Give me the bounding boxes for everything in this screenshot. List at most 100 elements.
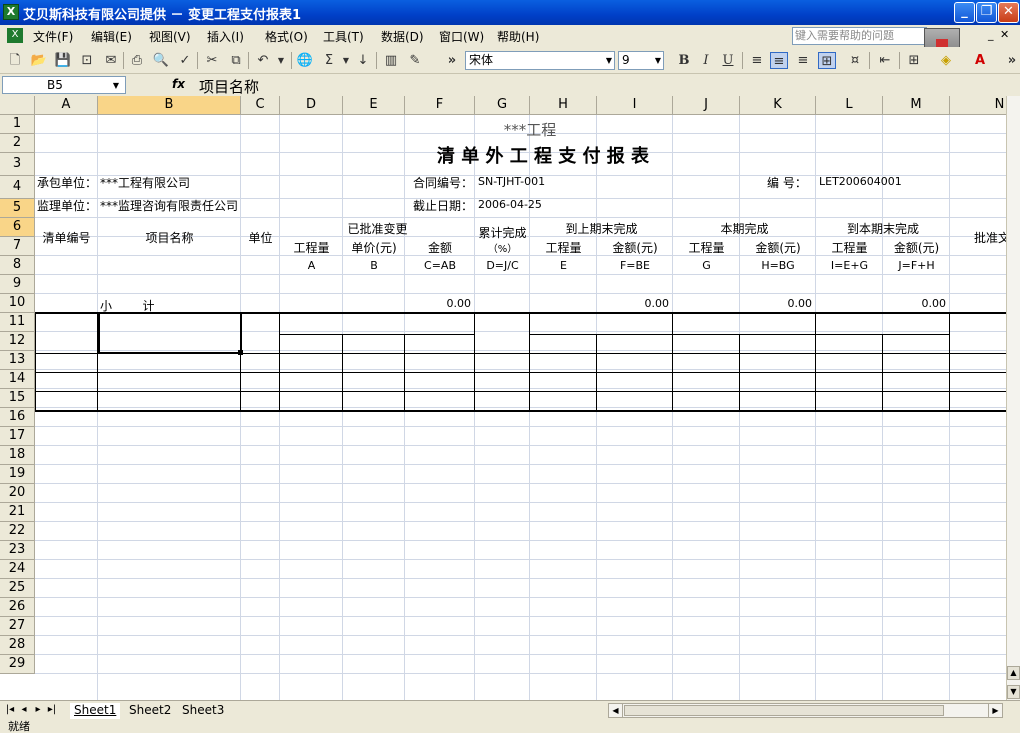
permission-icon[interactable]: ⊡ [78, 52, 96, 69]
close-button[interactable]: ✕ [998, 2, 1019, 23]
prev-sheet-icon[interactable]: ◂ [18, 704, 30, 715]
chart-wizard-icon[interactable]: ▥ [382, 52, 400, 69]
menu-window[interactable]: 窗口(W) [439, 28, 484, 45]
minimize-button[interactable]: _ [954, 2, 975, 23]
contractor-label[interactable]: 承包单位： [37, 174, 99, 191]
header-qty-end[interactable]: 工程量 [816, 239, 883, 256]
column-header-f[interactable]: F [405, 96, 475, 115]
subtotal-end-amount[interactable]: 0.00 [883, 297, 947, 310]
column-header-e[interactable]: E [343, 96, 405, 115]
tab-sheet1[interactable]: Sheet1 [70, 703, 121, 719]
formula-i[interactable]: I=E+G [816, 259, 883, 272]
open-icon[interactable]: 📂 [30, 52, 48, 69]
deadline-label[interactable]: 截止日期： [413, 197, 475, 214]
header-qty-approved[interactable]: 工程量 [280, 239, 343, 256]
header-cumulative[interactable]: 累计完成 [475, 224, 530, 241]
vertical-scrollbar[interactable]: ▲ ▼ [1006, 96, 1020, 700]
hyperlink-icon[interactable]: 🌐 [296, 52, 314, 69]
menu-format[interactable]: 格式(O) [265, 28, 308, 45]
next-sheet-icon[interactable]: ▸ [32, 704, 44, 715]
column-header-l[interactable]: L [816, 96, 883, 115]
formula-c[interactable]: C=AB [405, 259, 475, 272]
column-header-k[interactable]: K [740, 96, 816, 115]
column-header-j[interactable]: J [673, 96, 740, 115]
row-header[interactable]: 13 [0, 351, 35, 370]
header-percent[interactable]: （%） [475, 240, 530, 255]
contractor-value[interactable]: ***工程有限公司 [100, 174, 280, 191]
row-header[interactable]: 24 [0, 560, 35, 579]
scroll-right-icon[interactable]: ▶ [988, 704, 1002, 717]
header-unit[interactable]: 单位 [241, 229, 280, 246]
subtotal-prev-amount[interactable]: 0.00 [597, 297, 670, 310]
menu-view[interactable]: 视图(V) [149, 28, 191, 45]
row-header[interactable]: 12 [0, 332, 35, 351]
header-this-period-end[interactable]: 到本期末完成 [816, 220, 950, 237]
formula-g[interactable]: G [673, 259, 740, 272]
row-header[interactable]: 5 [0, 199, 35, 218]
subtotal-current-amount[interactable]: 0.00 [740, 297, 813, 310]
header-approved-change[interactable]: 已批准变更 [280, 220, 475, 237]
select-all-corner[interactable] [0, 96, 35, 115]
align-right-icon[interactable]: ≡ [794, 52, 812, 69]
formula-e[interactable]: E [530, 259, 597, 272]
tab-sheet3[interactable]: Sheet3 [178, 703, 228, 719]
print-preview-icon[interactable]: 🔍 [152, 52, 170, 69]
row-header[interactable]: 23 [0, 541, 35, 560]
row-header[interactable]: 29 [0, 655, 35, 674]
row-header[interactable]: 14 [0, 370, 35, 389]
bold-icon[interactable]: B [675, 52, 693, 69]
supervisor-label[interactable]: 监理单位： [37, 197, 99, 214]
menu-data[interactable]: 数据(D) [381, 28, 424, 45]
row-header[interactable]: 7 [0, 237, 35, 256]
undo-dropdown-icon[interactable]: ▼ [272, 52, 290, 69]
header-item-name[interactable]: 项目名称 [98, 229, 241, 246]
row-header[interactable]: 6 [0, 218, 35, 237]
header-amount-approved[interactable]: 金额 [405, 239, 475, 256]
column-header-d[interactable]: D [280, 96, 343, 115]
align-left-icon[interactable]: ≡ [748, 52, 766, 69]
header-amount-current[interactable]: 金额(元) [740, 239, 816, 256]
menu-file[interactable]: 文件(F) [33, 28, 73, 45]
column-header-m[interactable]: M [883, 96, 950, 115]
align-center-icon[interactable]: ≡ [770, 52, 788, 69]
toolbar-overflow-right-icon[interactable]: » [1003, 52, 1020, 69]
undo-icon[interactable]: ↶ [254, 52, 272, 69]
fill-color-icon[interactable]: ◈ [937, 52, 955, 69]
font-size-select[interactable]: 9 ▼ [618, 51, 664, 70]
header-qty-current[interactable]: 工程量 [673, 239, 740, 256]
workbook-icon[interactable]: X [7, 28, 23, 43]
header-unit-price[interactable]: 单价(元) [343, 239, 405, 256]
number-label[interactable]: 编 号： [767, 174, 817, 191]
contract-no-label[interactable]: 合同编号： [413, 174, 475, 191]
scroll-left-icon[interactable]: ◀ [609, 704, 623, 717]
header-amount-end[interactable]: 金额(元) [883, 239, 950, 256]
toolbar-overflow-icon[interactable]: » [443, 52, 461, 69]
formula-d[interactable]: D=J/C [475, 259, 530, 272]
name-box[interactable]: B5 ▼ [2, 76, 126, 94]
menu-edit[interactable]: 编辑(E) [91, 28, 132, 45]
number-value[interactable]: LET200604001 [819, 175, 949, 188]
subtotal-label[interactable]: 小 计 [100, 297, 240, 314]
decrease-indent-icon[interactable]: ⇤ [876, 52, 894, 69]
menu-insert[interactable]: 插入(I) [207, 28, 244, 45]
underline-icon[interactable]: U [719, 52, 737, 69]
column-header-a[interactable]: A [35, 96, 98, 115]
formula-input[interactable]: 项目名称 [199, 76, 259, 97]
row-header[interactable]: 27 [0, 617, 35, 636]
header-qty-prev[interactable]: 工程量 [530, 239, 597, 256]
save-icon[interactable]: 💾 [54, 52, 72, 69]
row-header[interactable]: 8 [0, 256, 35, 275]
menu-help[interactable]: 帮助(H) [497, 28, 539, 45]
cut-icon[interactable]: ✂ [203, 52, 221, 69]
excel-app-icon[interactable]: X [3, 4, 19, 20]
copy-icon[interactable]: ⧉ [227, 52, 245, 69]
fx-icon[interactable]: fx [172, 77, 185, 91]
spelling-icon[interactable]: ✓ [176, 52, 194, 69]
last-sheet-icon[interactable]: ▸| [46, 704, 58, 715]
borders-icon[interactable]: ⊞ [905, 52, 923, 69]
project-name[interactable]: ***工程 [405, 119, 655, 140]
header-amount-prev[interactable]: 金额(元) [597, 239, 673, 256]
row-header[interactable]: 21 [0, 503, 35, 522]
row-header[interactable]: 1 [0, 115, 35, 134]
row-header[interactable]: 20 [0, 484, 35, 503]
